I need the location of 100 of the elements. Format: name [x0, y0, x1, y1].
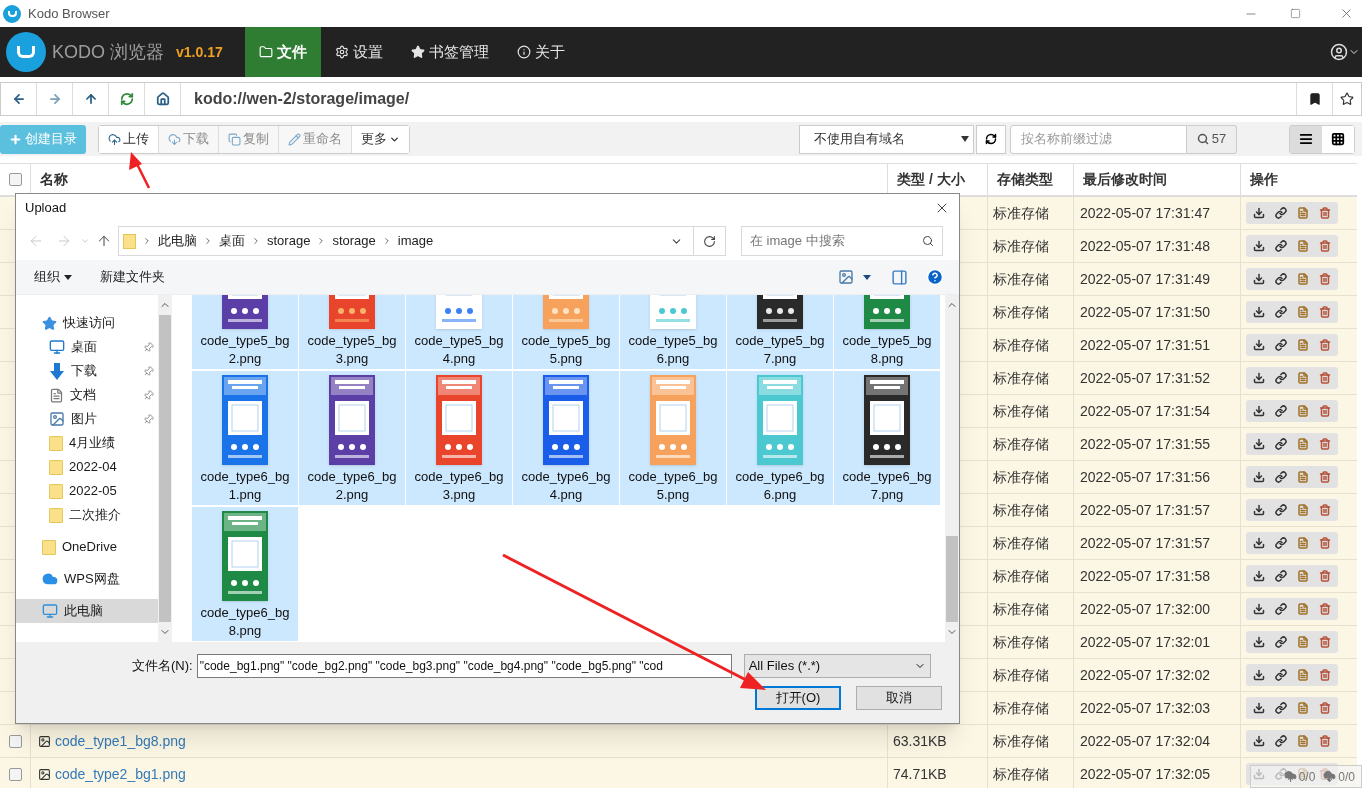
- table-cell-text: 2022-05-07 17:31:48: [1080, 236, 1210, 256]
- nav-item[interactable]: 2022-04: [16, 455, 158, 479]
- nav-tab[interactable]: 书签管理: [396, 27, 503, 77]
- filename-label: 文件名(N):: [132, 657, 193, 676]
- file-item[interactable]: code_type6_bg3.png: [406, 371, 512, 505]
- table-cell-text: 标准存储: [993, 401, 1049, 421]
- breadcrumb-item[interactable]: storage: [267, 231, 311, 251]
- search-button[interactable]: 57: [1187, 124, 1237, 154]
- table-cell-text: 2022-05-07 17:32:00: [1080, 599, 1210, 619]
- file-type-select[interactable]: All Files (*.*): [743, 654, 931, 678]
- nav-tab[interactable]: 文件: [244, 27, 321, 77]
- organize-button[interactable]: 组织: [34, 267, 72, 287]
- table-cell-text: 标准存储: [993, 632, 1049, 652]
- table-cell-text: 63.31KB: [893, 731, 947, 751]
- nav-tab[interactable]: 关于: [502, 27, 579, 77]
- file-item[interactable]: code_type5_bg5.png: [513, 295, 619, 369]
- table-cell-text: 2022-05-07 17:31:54: [1080, 401, 1210, 421]
- dialog-button[interactable]: 取消: [856, 686, 942, 710]
- file-name: code_type6_bg5.png: [628, 468, 718, 504]
- nav-item[interactable]: 桌面: [16, 335, 158, 359]
- column-header[interactable]: 操作: [1240, 164, 1357, 195]
- table-cell-text: 标准存储: [993, 764, 1049, 784]
- file-name: code_type5_bg8.png: [842, 332, 932, 368]
- file-link[interactable]: code_type1_bg8.png: [55, 730, 186, 752]
- nav-item[interactable]: 图片: [16, 407, 158, 431]
- file-item[interactable]: code_type6_bg1.png: [192, 371, 298, 505]
- table-cell-text: 标准存储: [993, 368, 1049, 388]
- file-name: code_type5_bg5.png: [521, 332, 611, 368]
- nav-item[interactable]: 此电脑: [16, 599, 158, 623]
- nav-item[interactable]: 文档: [16, 383, 158, 407]
- breadcrumb-item[interactable]: 桌面: [219, 231, 245, 251]
- file-item[interactable]: code_type6_bg8.png: [192, 507, 298, 641]
- transfer-status-toast[interactable]: 0/0 0/0: [1250, 765, 1362, 788]
- toolbar-button[interactable]: 上传: [99, 125, 159, 153]
- table-cell-text: 2022-05-07 17:31:58: [1080, 566, 1210, 586]
- file-item[interactable]: code_type5_bg6.png: [620, 295, 726, 369]
- file-name: code_type6_bg8.png: [200, 604, 290, 640]
- nav-item[interactable]: 4月业绩: [16, 431, 158, 455]
- file-item[interactable]: code_type6_bg7.png: [834, 371, 940, 505]
- nav-item[interactable]: 下载: [16, 359, 158, 383]
- dialog-button[interactable]: 打开(O): [755, 686, 841, 710]
- table-cell-text: 2022-05-07 17:31:51: [1080, 335, 1210, 355]
- file-name: code_type6_bg3.png: [414, 468, 504, 504]
- file-name: code_type5_bg6.png: [628, 332, 718, 368]
- table-cell-text: 2022-05-07 17:31:55: [1080, 434, 1210, 454]
- table-cell-text: 标准存储: [993, 698, 1049, 718]
- upload-count: 0/0: [1298, 768, 1316, 786]
- table-cell-text: 2022-05-07 17:31:57: [1080, 500, 1210, 520]
- table-cell-text: 2022-05-07 17:31:57: [1080, 533, 1210, 553]
- table-cell-text: 标准存储: [993, 236, 1049, 256]
- table-cell-text: 2022-05-07 17:31:47: [1080, 203, 1210, 223]
- column-header[interactable]: 最后修改时间: [1073, 164, 1240, 195]
- file-item[interactable]: code_type5_bg2.png: [192, 295, 298, 369]
- table-cell-text: 标准存储: [993, 533, 1049, 553]
- column-header[interactable]: 存储类型: [987, 164, 1073, 195]
- breadcrumb-bar[interactable]: 此电脑 桌面 storage storage image: [118, 226, 726, 256]
- file-item[interactable]: code_type6_bg2.png: [299, 371, 405, 505]
- nav-item[interactable]: OneDrive: [16, 535, 158, 559]
- dialog-title: Upload: [25, 199, 67, 218]
- table-cell-text: 标准存储: [993, 335, 1049, 355]
- breadcrumb-item[interactable]: 此电脑: [158, 231, 197, 251]
- nav-item[interactable]: 二次推介: [16, 503, 158, 527]
- nav-item[interactable]: 2022-05: [16, 479, 158, 503]
- file-name: code_type5_bg2.png: [200, 332, 290, 368]
- file-item[interactable]: code_type5_bg4.png: [406, 295, 512, 369]
- table-cell-text: 74.71KB: [893, 764, 947, 784]
- table-cell-text: 标准存储: [993, 467, 1049, 487]
- breadcrumb-item[interactable]: image: [397, 231, 434, 251]
- filter-field[interactable]: 按名称前缀过滤: [1010, 124, 1187, 154]
- file-item[interactable]: code_type5_bg3.png: [299, 295, 405, 369]
- table-cell-text: 标准存储: [993, 665, 1049, 685]
- file-name: code_type6_bg2.png: [307, 468, 397, 504]
- table-cell-text: 2022-05-07 17:32:05: [1080, 764, 1210, 784]
- table-cell-text: 标准存储: [993, 500, 1049, 520]
- nav-item[interactable]: WPS网盘: [16, 567, 158, 591]
- new-folder-button[interactable]: 新建文件夹: [100, 267, 165, 287]
- file-item[interactable]: code_type6_bg6.png: [727, 371, 833, 505]
- window-title: Kodo Browser: [28, 4, 110, 23]
- table-cell-text: 2022-05-07 17:32:03: [1080, 698, 1210, 718]
- file-name: code_type6_bg7.png: [842, 468, 932, 504]
- table-cell-text: 2022-05-07 17:31:49: [1080, 269, 1210, 289]
- file-name: code_type6_bg4.png: [521, 468, 611, 504]
- breadcrumb-item[interactable]: storage: [332, 231, 376, 251]
- file-link[interactable]: code_type2_bg1.png: [55, 763, 186, 785]
- file-item[interactable]: code_type5_bg8.png: [834, 295, 940, 369]
- table-cell-text: 标准存储: [993, 731, 1049, 751]
- table-cell-text: 2022-05-07 17:32:04: [1080, 731, 1210, 751]
- file-item[interactable]: code_type6_bg4.png: [513, 371, 619, 505]
- file-name: code_type6_bg1.png: [200, 468, 290, 504]
- search-field[interactable]: 在 image 中搜索: [741, 226, 943, 256]
- version-label: v1.0.17: [176, 42, 223, 62]
- table-cell-text: 标准存储: [993, 434, 1049, 454]
- filename-field[interactable]: "code_bg1.png" "code_bg2.png" "code_bg3.png" "code_bg4.png" "code_bg5.png" "cod: [196, 654, 732, 678]
- file-item[interactable]: code_type5_bg7.png: [727, 295, 833, 369]
- domain-select[interactable]: 不使用自有域名: [799, 124, 974, 154]
- nav-tab[interactable]: 设置: [320, 27, 397, 77]
- table-cell-text: 2022-05-07 17:32:01: [1080, 632, 1210, 652]
- nav-item[interactable]: 快速访问: [16, 311, 158, 335]
- file-item[interactable]: code_type6_bg5.png: [620, 371, 726, 505]
- table-cell-text: 标准存储: [993, 203, 1049, 223]
